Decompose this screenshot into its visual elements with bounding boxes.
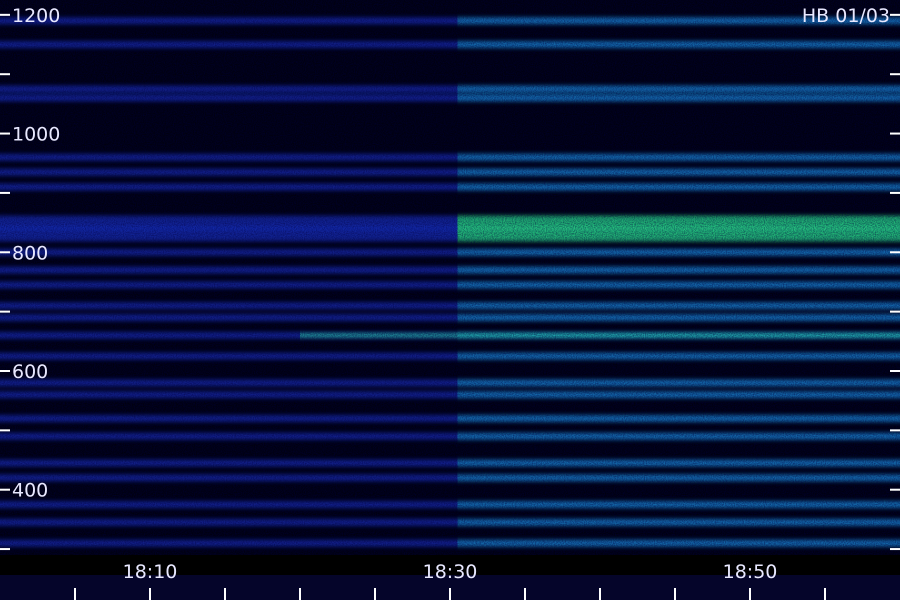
spectrogram-chart: 1200 1000 800 600 400 18:10 18:30 18:50 HB 01/… (0, 0, 900, 600)
x-tick-label: 18:50 (723, 561, 778, 583)
y-tick-label: 400 (12, 480, 48, 502)
chart-title: HB 01/03 (802, 5, 890, 27)
noise-overlay (0, 0, 900, 555)
y-tick-label: 1200 (12, 5, 60, 27)
x-tick-label: 18:30 (423, 561, 478, 583)
x-tick-label: 18:10 (123, 561, 178, 583)
y-tick-label: 600 (12, 361, 48, 383)
y-tick-label: 1000 (12, 124, 60, 146)
y-tick-label: 800 (12, 242, 48, 264)
